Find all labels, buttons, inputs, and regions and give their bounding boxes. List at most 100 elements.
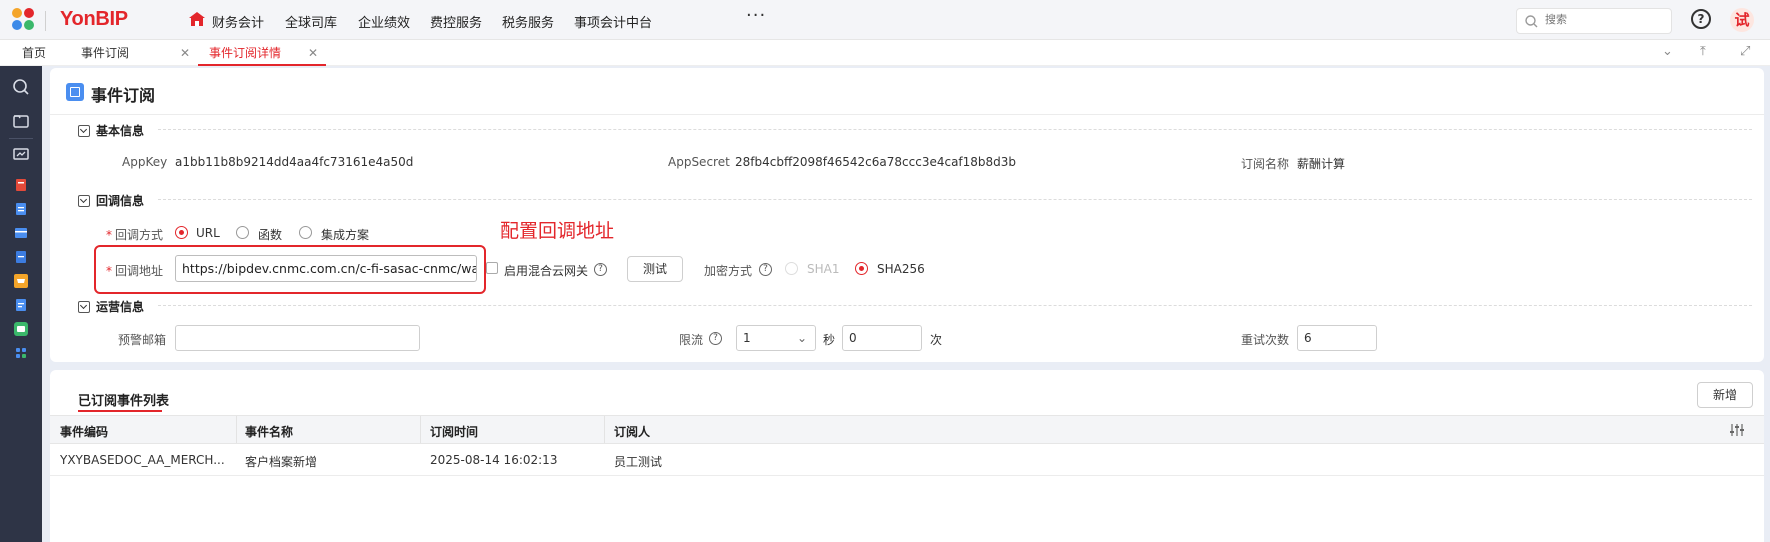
- tab-event-subscription[interactable]: 事件订阅 ✕: [81, 40, 191, 66]
- chevron-down-icon[interactable]: ⌄: [1662, 44, 1673, 59]
- section-basic-info[interactable]: 基本信息: [78, 122, 144, 139]
- active-tab-indicator: [198, 64, 326, 66]
- column-header[interactable]: 事件编码: [60, 423, 108, 440]
- seconds-input[interactable]: 0: [842, 325, 922, 351]
- hybrid-gateway-checkbox[interactable]: [486, 262, 498, 274]
- tab-home-label: 首页: [22, 46, 47, 60]
- apps-grid-icon[interactable]: [10, 342, 32, 364]
- tab-detail-label: 事件订阅详情: [209, 46, 282, 60]
- times-label: 次: [930, 333, 943, 347]
- chevron-down-icon[interactable]: [78, 125, 90, 137]
- report-red-icon[interactable]: [10, 174, 32, 196]
- home-icon[interactable]: [189, 12, 205, 26]
- document-blue-icon[interactable]: [10, 198, 32, 220]
- section-divider: [158, 305, 1752, 306]
- column-header[interactable]: 事件名称: [245, 423, 293, 440]
- retry-count-input[interactable]: 6: [1297, 325, 1377, 351]
- subscription-icon: [66, 83, 84, 101]
- section-ops-title: 运营信息: [96, 300, 145, 314]
- encrypt-method-label: 加密方式: [704, 264, 753, 278]
- page-title: 事件订阅: [91, 86, 156, 105]
- annotation-highlight-box: [94, 245, 486, 294]
- nav-event-accounting[interactable]: 事项会计中台: [574, 12, 652, 31]
- section-basic-title: 基本信息: [96, 124, 145, 138]
- rate-limit-label: 限流: [679, 333, 704, 347]
- left-sidebar: [0, 66, 42, 542]
- radio-url-label: URL: [196, 226, 220, 240]
- radio-function[interactable]: [236, 226, 249, 239]
- chevron-down-icon[interactable]: [78, 195, 90, 207]
- tab-subscribed-events[interactable]: 已订阅事件列表: [78, 390, 169, 409]
- help-icon[interactable]: ?: [709, 332, 722, 345]
- sidebar-divider: [9, 138, 33, 139]
- appkey-label: AppKey: [122, 155, 168, 169]
- app-green-icon[interactable]: [10, 318, 32, 340]
- cell-event-name: 客户档案新增: [245, 455, 318, 469]
- radio-url[interactable]: [175, 226, 188, 239]
- chevron-down-icon: ⌄: [796, 331, 807, 345]
- nav-global-treasury[interactable]: 全球司库: [285, 12, 337, 31]
- nav-expense-service[interactable]: 费控服务: [430, 12, 482, 31]
- section-ops-info[interactable]: 运营信息: [78, 298, 144, 315]
- column-header[interactable]: 订阅人: [614, 423, 650, 440]
- section-divider: [158, 199, 1752, 200]
- add-button[interactable]: 新增: [1697, 382, 1753, 408]
- radio-integration[interactable]: [299, 226, 312, 239]
- search-icon[interactable]: [10, 76, 32, 98]
- nav-finance-accounting[interactable]: 财务会计: [212, 12, 264, 31]
- appsecret-label: AppSecret: [668, 155, 730, 169]
- help-icon[interactable]: ?: [594, 263, 607, 276]
- detail-card: [50, 68, 1764, 362]
- close-icon[interactable]: ✕: [180, 40, 190, 66]
- cart-icon[interactable]: [10, 270, 32, 292]
- table-header: 事件编码 事件名称 订阅时间 订阅人: [50, 415, 1764, 444]
- radio-sha1[interactable]: [785, 262, 798, 275]
- search-icon: [1525, 15, 1538, 28]
- help-icon[interactable]: ?: [759, 263, 772, 276]
- subscription-name-value: 薪酬计算: [1297, 157, 1346, 171]
- cell-subscriber: 员工测试: [614, 455, 663, 469]
- tab-event-subscription-label: 事件订阅: [81, 46, 130, 60]
- column-settings-icon[interactable]: [1729, 423, 1745, 437]
- chevron-down-icon[interactable]: [78, 301, 90, 313]
- warning-email-label: 预警邮箱: [118, 333, 167, 347]
- tab-event-subscription-detail[interactable]: 事件订阅详情 ✕: [209, 40, 319, 66]
- yonbip-logo-icon[interactable]: [12, 8, 38, 34]
- folder-icon[interactable]: [10, 110, 32, 132]
- search-input[interactable]: [1545, 13, 1665, 26]
- callback-method-label: * 回调方式: [106, 228, 164, 242]
- section-divider: [158, 129, 1752, 130]
- radio-sha1-label: SHA1: [807, 262, 840, 276]
- file-blue-icon[interactable]: [10, 246, 32, 268]
- card-blue-icon[interactable]: [10, 222, 32, 244]
- upload-icon[interactable]: ⤒: [1700, 44, 1706, 59]
- document-icon[interactable]: [10, 294, 32, 316]
- appkey-value: a1bb11b8b9214dd4aa4fc73161e4a50d: [175, 155, 414, 169]
- hybrid-gateway-label: 启用混合云网关: [504, 264, 589, 278]
- retry-count-label: 重试次数: [1241, 333, 1290, 347]
- close-icon[interactable]: ✕: [308, 40, 318, 66]
- more-nav-button[interactable]: ···: [746, 5, 766, 26]
- warning-email-input[interactable]: [175, 325, 420, 351]
- logo-divider: [45, 11, 46, 31]
- rate-limit-select[interactable]: 1 ⌄: [736, 325, 816, 351]
- help-icon[interactable]: ?: [1691, 9, 1711, 29]
- fullscreen-icon[interactable]: ⤢: [1740, 44, 1750, 59]
- radio-sha256[interactable]: [855, 262, 868, 275]
- nav-tax-service[interactable]: 税务服务: [502, 12, 554, 31]
- section-callback-info[interactable]: 回调信息: [78, 192, 144, 209]
- section-callback-title: 回调信息: [96, 194, 145, 208]
- tab-home[interactable]: 首页: [22, 40, 46, 66]
- global-search[interactable]: [1516, 8, 1672, 34]
- rate-limit-value: 1: [743, 331, 751, 345]
- title-divider: [50, 114, 1764, 115]
- seconds-label: 秒: [823, 333, 836, 347]
- brand-name[interactable]: YonBIP: [60, 8, 128, 31]
- cell-subscribe-time: 2025-08-14 16:02:13: [430, 453, 558, 467]
- table-row[interactable]: YXYBASEDOC_AA_MERCH... 客户档案新增 2025-08-14…: [50, 444, 1764, 476]
- user-avatar[interactable]: 试: [1730, 8, 1754, 32]
- nav-enterprise-performance[interactable]: 企业绩效: [358, 12, 410, 31]
- test-button[interactable]: 测试: [627, 256, 683, 282]
- monitor-icon[interactable]: [10, 144, 32, 166]
- column-header[interactable]: 订阅时间: [430, 423, 478, 440]
